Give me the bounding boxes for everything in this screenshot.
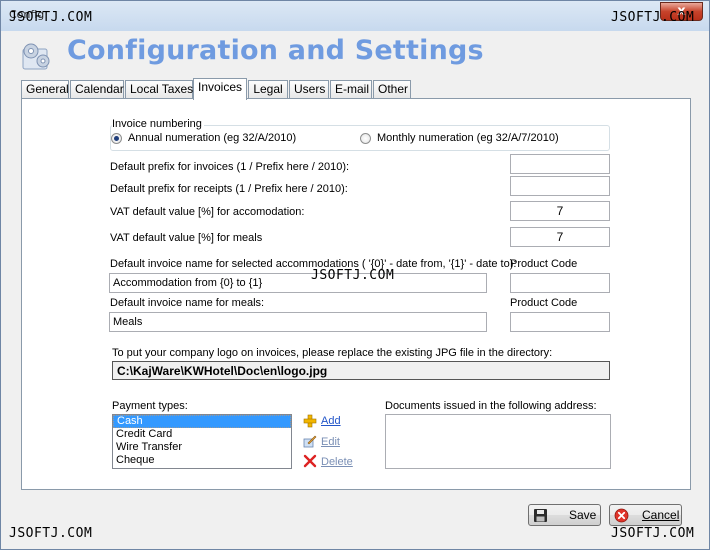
save-button[interactable]: Save [528,504,601,526]
cancel-button-label: Cancel [642,508,680,522]
save-button-label: Save [569,508,597,522]
payment-type-item[interactable]: Wire Transfer [113,441,291,454]
add-payment-type-button[interactable]: Add [321,415,341,427]
tab-general[interactable]: General [21,80,69,99]
vat-meals-input[interactable]: 7 [510,227,610,247]
title-bar[interactable]: Config x [1,1,709,31]
payment-types-label: Payment types: [112,400,188,412]
add-icon[interactable] [303,414,317,428]
watermark-top-left: JSOFTJ.COM [9,10,93,25]
edit-icon[interactable] [303,434,317,448]
vat-accommodation-input[interactable]: 7 [510,201,610,221]
accommodation-invoice-name-input[interactable]: Accommodation from {0} to {1} [109,273,487,293]
prefix-invoices-label: Default prefix for invoices (1 / Prefix … [110,161,350,173]
meals-invoice-name-input[interactable]: Meals [109,312,487,332]
accommodation-product-code-label: Product Code [510,258,578,270]
tab-legal[interactable]: Legal [248,80,288,99]
watermark-top-right: JSOFTJ.COM [611,10,695,25]
invoice-numbering-legend: Invoice numbering [112,118,204,130]
documents-address-label: Documents issued in the following addres… [385,400,597,412]
tab-users[interactable]: Users [289,80,329,99]
meals-invoice-name-label: Default invoice name for meals: [110,297,265,309]
meals-product-code-input[interactable] [510,312,610,332]
monthly-numeration-radio[interactable] [360,133,371,144]
logo-path-field: C:\KajWare\KWHotel\Doc\en\logo.jpg [112,361,610,380]
annual-numeration-label[interactable]: Annual numeration (eg 32/A/2010) [128,132,296,144]
settings-gears-icon [22,43,50,70]
accommodation-product-code-input[interactable] [510,273,610,293]
delete-icon[interactable] [303,454,317,468]
payment-type-item[interactable]: Cash [113,415,291,428]
cancel-button[interactable]: Cancel [609,504,682,526]
payment-type-item[interactable]: Cheque [113,454,291,467]
vat-meals-label: VAT default value [%] for meals [110,232,263,244]
config-window: Config x JSOFTJ.COM JSOFTJ.COM JSOFTJ.CO… [0,0,710,550]
edit-payment-type-button[interactable]: Edit [321,436,340,448]
tab-invoices[interactable]: Invoices [193,78,247,100]
annual-numeration-radio[interactable] [111,133,122,144]
page-title: Configuration and Settings [67,35,484,66]
tab-local-taxes[interactable]: Local Taxes [125,80,193,99]
watermark-bottom-left: JSOFTJ.COM [9,526,93,541]
tab-calendar[interactable]: Calendar [70,80,124,99]
cancel-icon [614,508,629,523]
vat-accommodation-label: VAT default value [%] for accomodation: [110,206,305,218]
monthly-numeration-label[interactable]: Monthly numeration (eg 32/A/7/2010) [377,132,559,144]
watermark-bottom-right: JSOFTJ.COM [611,526,695,541]
prefix-receipts-label: Default prefix for receipts (1 / Prefix … [110,183,348,195]
payment-type-item[interactable]: Credit Card [113,428,291,441]
tab-other[interactable]: Other [373,80,411,99]
delete-payment-type-button[interactable]: Delete [321,456,353,468]
meals-product-code-label: Product Code [510,297,578,309]
prefix-receipts-input[interactable] [510,176,610,196]
prefix-invoices-input[interactable] [510,154,610,174]
documents-address-input[interactable] [385,414,611,469]
invoices-tab-panel: Invoice numbering Annual numeration (eg … [21,98,691,490]
payment-types-list[interactable]: Cash Credit Card Wire Transfer Cheque [112,414,292,469]
floppy-disk-icon [534,509,547,522]
tab-email[interactable]: E-mail [330,80,372,99]
watermark-center: JSOFTJ.COM [311,268,395,283]
logo-instruction: To put your company logo on invoices, pl… [112,347,553,359]
